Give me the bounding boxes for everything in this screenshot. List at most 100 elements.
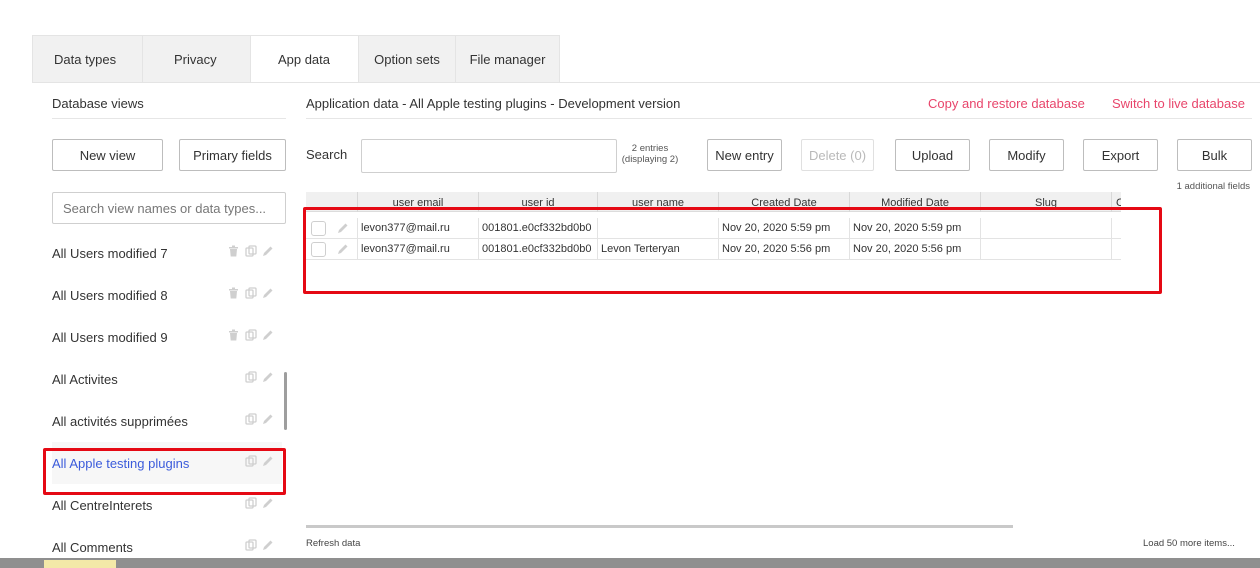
sidebar-scrollbar[interactable] <box>284 372 287 430</box>
data-table: user email user id user name Created Dat… <box>306 192 1121 262</box>
tab-data-types[interactable]: Data types <box>32 35 142 83</box>
tab-option-sets[interactable]: Option sets <box>358 35 455 83</box>
sidebar-view-item[interactable]: All Users modified 7 <box>52 232 282 274</box>
copy-icon[interactable] <box>245 497 259 511</box>
pencil-icon[interactable] <box>262 413 276 427</box>
view-actions <box>228 287 276 301</box>
search-views-input[interactable] <box>52 192 286 224</box>
row-controls <box>306 239 358 260</box>
copy-icon[interactable] <box>245 329 259 343</box>
modify-button[interactable]: Modify <box>989 139 1064 171</box>
table-header: user email user id user name Created Dat… <box>306 192 1121 212</box>
pencil-icon[interactable] <box>262 497 276 511</box>
view-actions <box>245 497 276 511</box>
switch-live-database-link[interactable]: Switch to live database <box>1112 96 1245 111</box>
search-input[interactable] <box>361 139 617 173</box>
trash-icon[interactable] <box>228 287 242 301</box>
delete-button[interactable]: Delete (0) <box>801 139 874 171</box>
cell-user-email[interactable]: levon377@mail.ru <box>358 239 479 260</box>
primary-fields-button[interactable]: Primary fields <box>179 139 286 171</box>
sidebar-view-item[interactable]: All Users modified 9 <box>52 316 282 358</box>
load-more-link[interactable]: Load 50 more items... <box>1143 538 1235 549</box>
bulk-button[interactable]: Bulk <box>1177 139 1252 171</box>
pencil-icon[interactable] <box>262 371 276 385</box>
new-view-button[interactable]: New view <box>52 139 163 171</box>
tab-file-manager[interactable]: File manager <box>455 35 560 83</box>
cell-user-name[interactable] <box>598 218 719 239</box>
cell-user-id[interactable]: 001801.e0cf332bd0b0 <box>479 218 598 239</box>
header-select <box>306 192 358 212</box>
pencil-icon[interactable] <box>262 245 276 259</box>
upload-button[interactable]: Upload <box>895 139 970 171</box>
column-header[interactable]: C <box>1112 192 1121 212</box>
copy-restore-database-link[interactable]: Copy and restore database <box>928 96 1085 111</box>
column-header[interactable]: user name <box>598 192 719 212</box>
row-controls <box>306 218 358 239</box>
pencil-icon[interactable] <box>337 243 349 255</box>
sidebar-view-label: All Users modified 9 <box>52 329 168 345</box>
divider <box>306 118 1252 119</box>
copy-icon[interactable] <box>245 539 259 553</box>
view-actions <box>245 539 276 553</box>
table-row[interactable]: levon377@mail.ru 001801.e0cf332bd0b0 Nov… <box>306 218 1121 239</box>
tab-bar: Data types Privacy App data Option sets … <box>32 35 560 83</box>
sidebar-view-label: All Users modified 8 <box>52 287 168 303</box>
cell-user-name[interactable]: Levon Terteryan <box>598 239 719 260</box>
column-header[interactable]: user id <box>479 192 598 212</box>
copy-icon[interactable] <box>245 455 259 469</box>
view-actions <box>228 245 276 259</box>
refresh-data-link[interactable]: Refresh data <box>306 538 360 549</box>
cell-slug[interactable] <box>981 239 1112 260</box>
pencil-icon[interactable] <box>262 539 276 553</box>
sidebar-view-item[interactable]: All Activites <box>52 358 282 400</box>
database-views-list: All Users modified 7 All Users modified 8… <box>52 232 286 558</box>
cell-slug[interactable] <box>981 218 1112 239</box>
copy-icon[interactable] <box>245 371 259 385</box>
divider <box>52 118 286 119</box>
pencil-icon[interactable] <box>262 329 276 343</box>
bottom-bar <box>0 558 1260 568</box>
entries-count-text: 2 entries <box>631 143 669 154</box>
row-checkbox[interactable] <box>311 221 326 236</box>
sidebar-view-label: All Users modified 7 <box>52 245 168 261</box>
view-actions <box>245 413 276 427</box>
column-header[interactable]: Slug <box>981 192 1112 212</box>
cell-created-date[interactable]: Nov 20, 2020 5:59 pm <box>719 218 850 239</box>
cell-user-id[interactable]: 001801.e0cf332bd0b0 <box>479 239 598 260</box>
table-row[interactable]: levon377@mail.ru 001801.e0cf332bd0b0 Lev… <box>306 239 1121 260</box>
trash-icon[interactable] <box>228 329 242 343</box>
sidebar-view-item[interactable]: All CentreInterets <box>52 484 282 526</box>
cell-modified-date[interactable]: Nov 20, 2020 5:59 pm <box>850 218 981 239</box>
sidebar-view-label: All Apple testing plugins <box>52 455 190 471</box>
row-checkbox[interactable] <box>311 242 326 257</box>
bottom-tab[interactable] <box>44 560 116 568</box>
new-entry-button[interactable]: New entry <box>707 139 782 171</box>
cell-modified-date[interactable]: Nov 20, 2020 5:56 pm <box>850 239 981 260</box>
column-header[interactable]: Created Date <box>719 192 850 212</box>
sidebar-view-item[interactable]: All Apple testing plugins <box>52 442 282 484</box>
sidebar-view-item[interactable]: All Users modified 8 <box>52 274 282 316</box>
copy-icon[interactable] <box>245 245 259 259</box>
pencil-icon[interactable] <box>262 455 276 469</box>
cell-created-date[interactable]: Nov 20, 2020 5:56 pm <box>719 239 850 260</box>
sidebar-view-item[interactable]: All Comments <box>52 526 282 558</box>
entries-displaying-text: (displaying 2) <box>621 154 679 165</box>
sidebar-view-label: All Comments <box>52 539 133 555</box>
column-header[interactable]: Modified Date <box>850 192 981 212</box>
view-actions <box>245 371 276 385</box>
tab-privacy[interactable]: Privacy <box>142 35 250 83</box>
column-header[interactable]: user email <box>358 192 479 212</box>
pencil-icon[interactable] <box>337 222 349 234</box>
cell-user-email[interactable]: levon377@mail.ru <box>358 218 479 239</box>
copy-icon[interactable] <box>245 287 259 301</box>
database-views-title: Database views <box>52 96 144 111</box>
trash-icon[interactable] <box>228 245 242 259</box>
view-actions <box>245 455 276 469</box>
entries-count: 2 entries (displaying 2) <box>617 143 683 165</box>
sidebar-view-item[interactable]: All activités supprimées <box>52 400 282 442</box>
horizontal-scrollbar[interactable] <box>306 525 1013 528</box>
tab-app-data[interactable]: App data <box>250 35 358 83</box>
copy-icon[interactable] <box>245 413 259 427</box>
pencil-icon[interactable] <box>262 287 276 301</box>
export-button[interactable]: Export <box>1083 139 1158 171</box>
